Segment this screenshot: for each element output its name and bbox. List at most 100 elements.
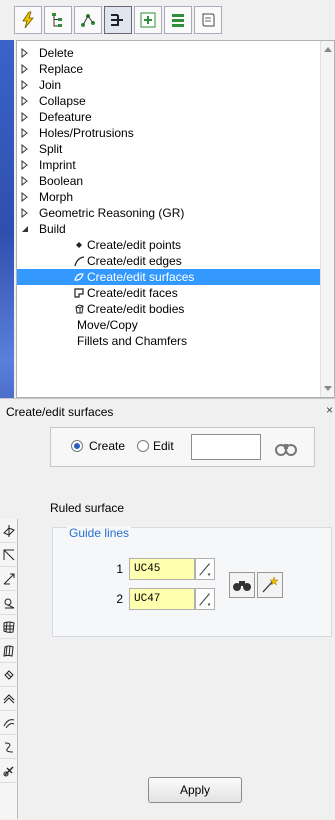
surface-axis-icon[interactable] [0, 591, 18, 615]
tree-scrollbar[interactable] [320, 41, 334, 397]
surfaces-panel: Create/edit surfaces × Create Edit Ruled… [0, 398, 335, 820]
tree-item-label: Build [39, 222, 66, 236]
tree-item-imprint[interactable]: Imprint [17, 157, 320, 173]
guide-line-index: 2 [116, 592, 123, 606]
find-binoculars-button[interactable] [229, 572, 255, 598]
create-label: Create [89, 439, 126, 453]
binoculars-icon[interactable] [273, 436, 299, 458]
surface-link-icon[interactable] [0, 759, 18, 783]
grid-plus-icon[interactable] [134, 6, 162, 34]
hierarchy-icon[interactable] [44, 6, 72, 34]
expand-arrow-icon[interactable] [21, 48, 29, 58]
tree-item-label: Create/edit edges [87, 254, 182, 268]
lightning-icon[interactable] [14, 6, 42, 34]
tree-item-create-bodies[interactable]: Create/edit bodies [17, 301, 320, 317]
new-line-icon [262, 576, 279, 593]
expand-arrow-icon[interactable] [21, 128, 29, 138]
tree-item-label: Join [39, 78, 62, 92]
tree-item-fillets-chamfers[interactable]: Fillets and Chamfers [17, 333, 320, 349]
edit-search-input[interactable] [191, 434, 261, 460]
surface-sweep-icon[interactable] [0, 687, 18, 711]
guide-lines-group: Guide lines 1 UC45 2 UC47 [52, 526, 332, 637]
scroll-down-icon[interactable] [324, 386, 332, 391]
tree-item-label: Create/edit faces [87, 286, 178, 300]
pick-line-icon[interactable] [195, 558, 215, 580]
expand-arrow-icon[interactable] [21, 80, 29, 90]
surface-plane-icon[interactable] [0, 519, 18, 543]
toolbar [14, 6, 222, 36]
expand-arrow-icon[interactable] [21, 112, 29, 122]
mode-selector: Create Edit [50, 427, 315, 467]
surface-corner-icon[interactable] [0, 543, 18, 567]
collapse-arrow-icon[interactable] [21, 224, 29, 234]
expand-arrow-icon[interactable] [21, 96, 29, 106]
expand-arrow-icon[interactable] [21, 64, 29, 74]
expand-arrow-icon[interactable] [21, 208, 29, 218]
panel-title: Create/edit surfaces [6, 405, 114, 419]
tree-item-label: Create/edit surfaces [87, 270, 195, 284]
tree-item-move-copy[interactable]: Move/Copy [17, 317, 320, 333]
surface-ruled-icon[interactable] [0, 639, 18, 663]
create-radio[interactable] [71, 440, 83, 452]
binoculars-icon [233, 581, 251, 591]
tree-item-create-edges[interactable]: Create/edit edges [17, 253, 320, 269]
edit-label: Edit [153, 439, 174, 453]
surface-curve-icon[interactable] [0, 735, 18, 759]
guide-line-input[interactable]: UC47 [129, 588, 195, 610]
branch-tree-icon[interactable] [104, 6, 132, 34]
guide-line-input[interactable]: UC45 [129, 558, 195, 580]
tree-item-morph[interactable]: Morph [17, 189, 320, 205]
surface-offset-icon[interactable] [0, 711, 18, 735]
surface-rotate-icon[interactable] [0, 663, 18, 687]
tree-list: Delete Replace Join Collapse Defeature H… [17, 45, 320, 349]
guide-lines-title: Guide lines [67, 526, 132, 540]
layers-icon[interactable] [164, 6, 192, 34]
apply-button[interactable]: Apply [148, 777, 242, 803]
tree-item-geometric-reasoning[interactable]: Geometric Reasoning (GR) [17, 205, 320, 221]
tree-view: Delete Replace Join Collapse Defeature H… [16, 40, 335, 398]
scroll-icon[interactable] [194, 6, 222, 34]
create-line-button[interactable] [257, 572, 283, 598]
tree-item-create-points[interactable]: Create/edit points [17, 237, 320, 253]
expand-arrow-icon[interactable] [21, 144, 29, 154]
tree-item-holes-protrusions[interactable]: Holes/Protrusions [17, 125, 320, 141]
tree-item-label: Move/Copy [77, 318, 138, 332]
tree-item-label: Morph [39, 190, 74, 204]
tree-item-replace[interactable]: Replace [17, 61, 320, 77]
tree-item-label: Replace [39, 62, 84, 76]
face-icon [74, 288, 84, 298]
tree-item-collapse[interactable]: Collapse [17, 93, 320, 109]
tree-item-label: Create/edit bodies [87, 302, 185, 316]
surface-vector-icon[interactable] [0, 567, 18, 591]
tree-item-label: Collapse [39, 94, 86, 108]
tree-item-label: Fillets and Chamfers [77, 334, 188, 348]
tree-item-defeature[interactable]: Defeature [17, 109, 320, 125]
tree-item-create-surfaces[interactable]: Create/edit surfaces [17, 269, 320, 285]
tree-item-split[interactable]: Split [17, 141, 320, 157]
tree-item-label: Split [39, 142, 63, 156]
tree-item-label: Imprint [39, 158, 76, 172]
expand-arrow-icon[interactable] [21, 160, 29, 170]
close-icon[interactable]: × [326, 403, 333, 417]
body-icon [75, 304, 84, 314]
network-icon[interactable] [74, 6, 102, 34]
surface-tool-strip [0, 519, 18, 819]
tree-item-delete[interactable]: Delete [17, 45, 320, 61]
tree-item-label: Delete [39, 46, 74, 60]
app-window: Delete Replace Join Collapse Defeature H… [0, 0, 335, 820]
surface-type-label: Ruled surface [50, 501, 125, 515]
tree-item-join[interactable]: Join [17, 77, 320, 93]
edit-radio[interactable] [137, 440, 149, 452]
tree-item-build[interactable]: Build [17, 221, 320, 237]
guide-line-index: 1 [116, 562, 123, 576]
surface-icon [74, 273, 84, 281]
tree-item-label: Boolean [39, 174, 84, 188]
tree-item-boolean[interactable]: Boolean [17, 173, 320, 189]
scroll-up-icon[interactable] [324, 47, 332, 52]
tree-item-create-faces[interactable]: Create/edit faces [17, 285, 320, 301]
tree-item-label: Defeature [39, 110, 92, 124]
surface-grid-icon[interactable] [0, 615, 18, 639]
expand-arrow-icon[interactable] [21, 192, 29, 202]
expand-arrow-icon[interactable] [21, 176, 29, 186]
pick-line-icon[interactable] [195, 588, 215, 610]
